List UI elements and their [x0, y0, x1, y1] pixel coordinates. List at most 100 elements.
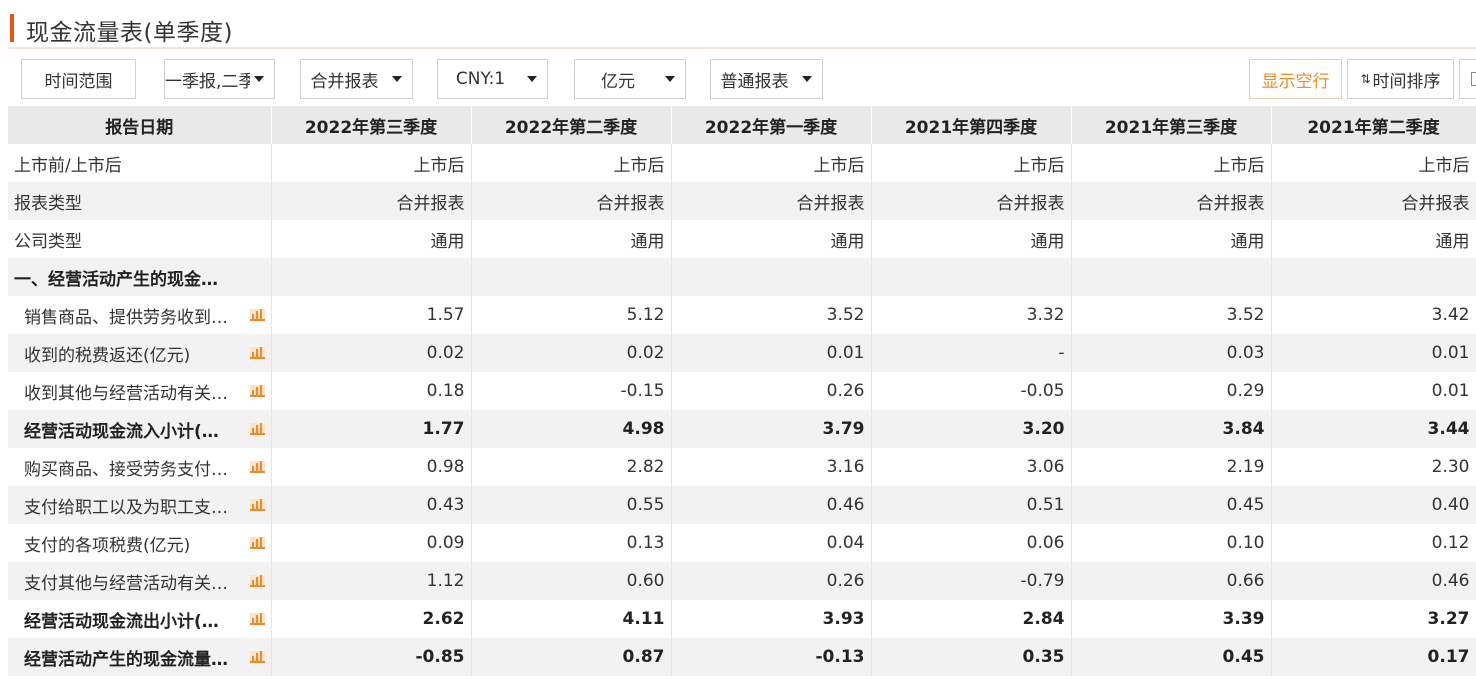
table-cell: 0.06	[871, 524, 1072, 562]
table-cell: 3.16	[671, 448, 872, 486]
table-cell: 2.30	[1271, 448, 1476, 486]
table-cell: 2.19	[1071, 448, 1272, 486]
table-cell: -	[871, 334, 1072, 372]
column-header[interactable]: 2021年第四季度	[871, 106, 1072, 144]
row-label: 经营活动产生的现金流量…	[24, 649, 228, 670]
bar-chart-icon[interactable]	[249, 499, 265, 511]
table-cell	[871, 258, 1072, 296]
table-cell: 2.84	[871, 600, 1072, 638]
table-cell: 3.20	[871, 410, 1072, 448]
report-scope-select[interactable]: 合并报表	[300, 59, 413, 99]
table-cell: 0.60	[471, 562, 672, 600]
bar-chart-icon[interactable]	[249, 309, 265, 321]
table-cell: 3.79	[671, 410, 872, 448]
time-range-button[interactable]: 时间范围	[21, 59, 136, 99]
table-cell: 通用	[671, 220, 872, 258]
column-header[interactable]: 2021年第三季度	[1071, 106, 1272, 144]
table-cell: 0.87	[471, 638, 672, 676]
row-label-cell: 一、经营活动产生的现金流量:	[8, 258, 272, 296]
table-cell: 0.46	[671, 486, 872, 524]
toolbar: 时间范围 一季报,二季 合并报表 CNY:1 亿元 普通报表 显示空行 ⇅ 时间…	[8, 50, 1476, 106]
table-cell: 通用	[271, 220, 472, 258]
table-row: 支付给职工以及为职工支… 0.43 0.55 0.46 0.51 0.45 0.40	[8, 486, 1476, 524]
table-cell: 0.02	[471, 334, 672, 372]
chevron-down-icon	[665, 76, 675, 82]
table-cell: -0.79	[871, 562, 1072, 600]
sort-arrows-icon: ⇅	[1360, 72, 1371, 86]
table-row: 报表类型 合并报表 合并报表 合并报表 合并报表 合并报表 合并报表	[8, 182, 1476, 220]
table-row: 销售商品、提供劳务收到… 1.57 5.12 3.52 3.32 3.52 3.42	[8, 296, 1476, 334]
table-cell	[1071, 258, 1272, 296]
table-cell: 0.43	[271, 486, 472, 524]
row-label: 销售商品、提供劳务收到…	[24, 307, 228, 328]
report-kind-select[interactable]: 普通报表	[710, 59, 823, 99]
table-cell: 通用	[871, 220, 1072, 258]
table-cell: 0.45	[1071, 638, 1272, 676]
table-cell: -0.13	[671, 638, 872, 676]
table-cell: 3.06	[871, 448, 1072, 486]
column-header[interactable]: 2022年第二季度	[471, 106, 672, 144]
cashflow-table: 报告日期 2022年第三季度 2022年第二季度 2022年第一季度 2021年…	[8, 106, 1476, 676]
unit-label: 亿元	[601, 71, 635, 92]
show-empty-rows-button[interactable]: 显示空行	[1249, 59, 1342, 99]
row-label-cell: 经营活动现金流出小计(…	[8, 600, 272, 638]
table-cell: 0.10	[1071, 524, 1272, 562]
report-scope-label: 合并报表	[310, 71, 379, 92]
unit-select[interactable]: 亿元	[574, 59, 686, 99]
table-cell: 0.12	[1271, 524, 1476, 562]
bar-chart-icon[interactable]	[249, 347, 265, 359]
bar-chart-icon[interactable]	[249, 537, 265, 549]
table-cell: 4.98	[471, 410, 672, 448]
column-header[interactable]: 2022年第三季度	[271, 106, 472, 144]
row-label: 支付给职工以及为职工支…	[24, 497, 228, 518]
table-header-row: 报告日期 2022年第三季度 2022年第二季度 2022年第一季度 2021年…	[8, 106, 1476, 144]
row-label: 收到的税费返还(亿元)	[24, 345, 191, 366]
table-row: 经营活动现金流入小计(… 1.77 4.98 3.79 3.20 3.84 3.44	[8, 410, 1476, 448]
table-cell: 通用	[1071, 220, 1272, 258]
table-cell: 3.93	[671, 600, 872, 638]
table-cell: 合并报表	[671, 182, 872, 220]
table-cell: -0.05	[871, 372, 1072, 410]
bar-chart-icon[interactable]	[249, 575, 265, 587]
row-label: 经营活动现金流出小计(…	[24, 611, 219, 632]
currency-select[interactable]: CNY:1	[437, 59, 548, 99]
column-header-report-date[interactable]: 报告日期	[8, 106, 272, 144]
bar-chart-icon[interactable]	[249, 385, 265, 397]
table-cell: 0.66	[1071, 562, 1272, 600]
table-cell: 上市后	[671, 144, 872, 182]
row-label-cell: 支付的各项税费(亿元)	[8, 524, 272, 562]
table-cell: 通用	[1271, 220, 1476, 258]
table-cell: 0.46	[1271, 562, 1476, 600]
column-header[interactable]: 2022年第一季度	[671, 106, 872, 144]
bar-chart-icon[interactable]	[249, 423, 265, 435]
table-cell: -0.85	[271, 638, 472, 676]
table-cell	[471, 258, 672, 296]
row-label-cell: 公司类型	[8, 220, 272, 258]
table-cell: 0.04	[671, 524, 872, 562]
row-label: 购买商品、接受劳务支付…	[24, 459, 228, 480]
bar-chart-icon[interactable]	[249, 651, 265, 663]
row-label: 支付其他与经营活动有关…	[24, 573, 228, 594]
column-header[interactable]: 2021年第二季度	[1271, 106, 1476, 144]
section-header-row: 一、经营活动产生的现金流量:	[8, 258, 1476, 296]
table-cell: 0.13	[471, 524, 672, 562]
table-cell: 上市后	[471, 144, 672, 182]
bar-chart-icon[interactable]	[249, 613, 265, 625]
table-row: 公司类型 通用 通用 通用 通用 通用 通用	[8, 220, 1476, 258]
table-cell: 3.52	[671, 296, 872, 334]
time-sort-button[interactable]: ⇅ 时间排序	[1347, 59, 1454, 99]
row-label-cell: 销售商品、提供劳务收到…	[8, 296, 272, 334]
table-cell: 1.12	[271, 562, 472, 600]
table-cell: 合并报表	[871, 182, 1072, 220]
row-label-cell: 收到的税费返还(亿元)	[8, 334, 272, 372]
table-cell: 0.26	[671, 372, 872, 410]
bar-chart-icon[interactable]	[249, 461, 265, 473]
table-row: 经营活动现金流出小计(… 2.62 4.11 3.93 2.84 3.39 3.27	[8, 600, 1476, 638]
table-cell: 0.55	[471, 486, 672, 524]
report-period-select[interactable]: 一季报,二季	[164, 59, 275, 99]
export-button[interactable]	[1459, 59, 1476, 99]
report-kind-label: 普通报表	[720, 71, 789, 92]
table-cell: 通用	[471, 220, 672, 258]
title-divider	[8, 47, 1476, 49]
table-cell: 合并报表	[271, 182, 472, 220]
